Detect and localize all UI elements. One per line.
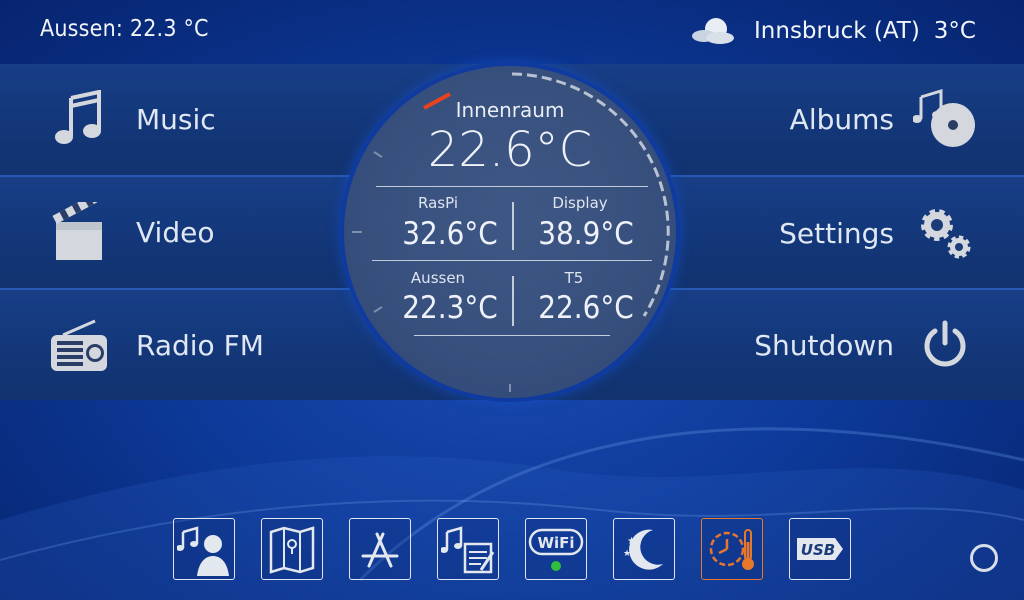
- album-disc-icon: [912, 86, 978, 152]
- dock-music-notes-button[interactable]: [437, 518, 499, 580]
- menu-shutdown-label: Shutdown: [754, 328, 894, 362]
- display-value: 38.9°C: [538, 216, 634, 252]
- raspi-label: RasPi: [418, 194, 458, 212]
- wifi-status-dot: [551, 561, 561, 571]
- t5-label: T5: [564, 269, 584, 287]
- weather-location: Innsbruck (AT): [754, 18, 920, 44]
- display-label: Display: [552, 194, 608, 212]
- weather-temperature: 3°C: [933, 18, 976, 44]
- clapperboard-icon: [48, 201, 110, 263]
- gauge-divider-bottom: [414, 335, 610, 336]
- gauge-divider-top: [376, 186, 648, 187]
- menu-shutdown-button[interactable]: Shutdown: [754, 312, 978, 378]
- gauge-divider-middle: [372, 260, 652, 261]
- aussen-value: 22.3°C: [402, 290, 498, 326]
- status-bar: Aussen: 22.3 °C Innsbruck (AT) 3°C: [0, 0, 1024, 64]
- menu-settings-button[interactable]: Settings: [779, 200, 978, 266]
- menu-radio-label: Radio FM: [136, 328, 264, 362]
- menu-albums-button[interactable]: Albums: [790, 86, 978, 152]
- svg-text:WiFi: WiFi: [537, 534, 574, 552]
- clock-thermometer-icon: [709, 529, 754, 570]
- svg-text:★: ★: [623, 549, 631, 559]
- usb-icon: USB: [797, 538, 843, 560]
- power-icon: [912, 312, 978, 378]
- dock-wifi-button[interactable]: WiFi: [525, 518, 587, 580]
- menu-music-button[interactable]: Music: [48, 88, 216, 150]
- gears-icon: [912, 200, 978, 266]
- dock-map-button[interactable]: [261, 518, 323, 580]
- home-button[interactable]: [970, 544, 998, 572]
- music-person-icon: [177, 526, 229, 576]
- aussen-label: Aussen: [410, 269, 466, 287]
- dock-night-mode-button[interactable]: ★ ★ ★: [613, 518, 675, 580]
- music-note-icon: [48, 88, 110, 150]
- menu-radio-button[interactable]: Radio FM: [48, 314, 264, 376]
- gauge-title: Innenraum: [455, 98, 565, 122]
- menu-video-button[interactable]: Video: [48, 201, 214, 263]
- menu-music-label: Music: [136, 102, 216, 136]
- menu-settings-label: Settings: [779, 216, 894, 250]
- menu-albums-label: Albums: [789, 102, 894, 136]
- wifi-icon: WiFi: [528, 528, 584, 556]
- dock-clock-thermometer-button[interactable]: [701, 518, 763, 580]
- gauge-main-value: 22.6°C: [427, 122, 593, 178]
- t5-value: 22.6°C: [538, 290, 634, 326]
- app-dock: WiFi ★ ★ ★ USB: [0, 518, 1024, 584]
- cloudy-moon-icon: [692, 18, 735, 44]
- svg-text:★: ★: [633, 545, 640, 554]
- dock-usb-button[interactable]: USB: [789, 518, 851, 580]
- night-mode-icon: ★ ★ ★: [623, 529, 663, 570]
- app-store-icon: [361, 532, 399, 568]
- music-notes-icon: [441, 526, 495, 574]
- raspi-value: 32.6°C: [402, 216, 498, 252]
- menu-video-label: Video: [136, 215, 215, 249]
- radio-icon: [48, 314, 110, 376]
- dock-app-store-button[interactable]: [349, 518, 411, 580]
- dock-music-person-button[interactable]: [173, 518, 235, 580]
- weather-widget[interactable]: Innsbruck (AT) 3°C: [690, 16, 976, 46]
- svg-text:USB: USB: [801, 541, 835, 559]
- temperature-gauge: Innenraum 22.6°C RasPi 32.6°C Display 38…: [344, 66, 676, 398]
- map-icon: [269, 526, 315, 574]
- outside-temperature: Aussen: 22.3 °C: [40, 16, 209, 42]
